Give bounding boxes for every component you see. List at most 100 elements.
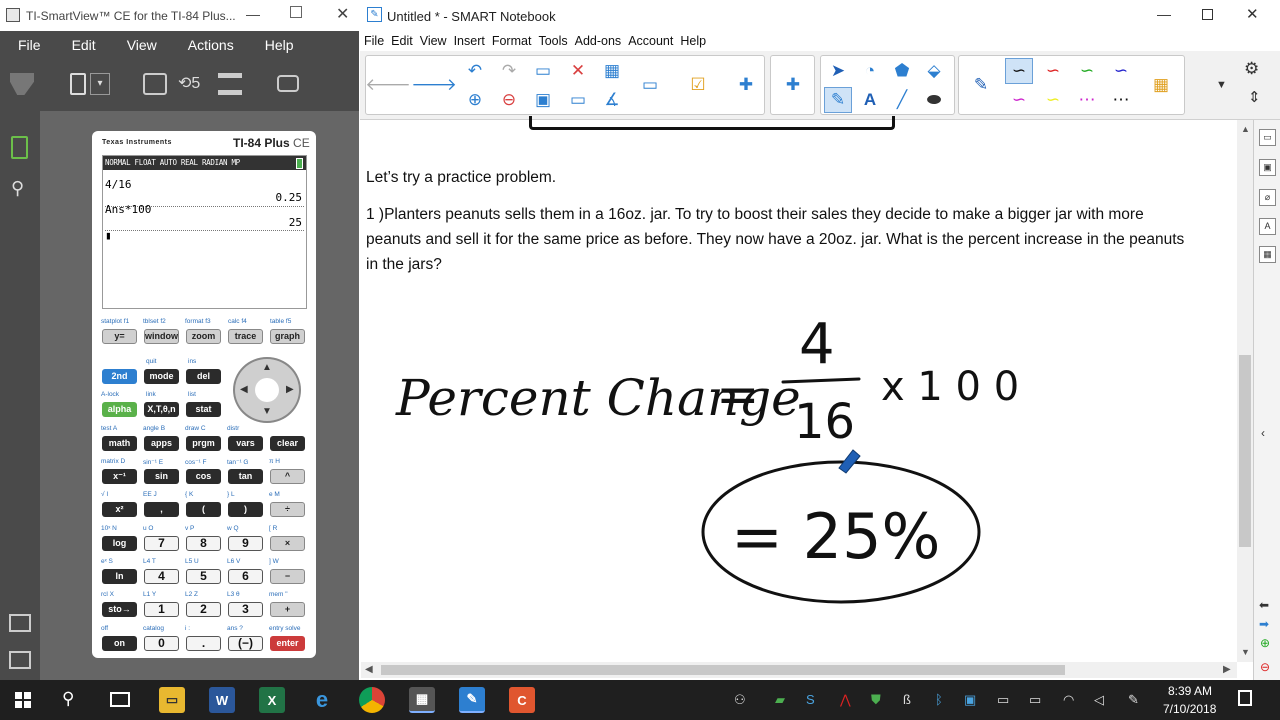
tab-add-icon[interactable]: ⊕ bbox=[1260, 636, 1270, 650]
text-icon[interactable]: A bbox=[856, 87, 884, 113]
edge-icon[interactable]: e bbox=[309, 687, 335, 713]
key-y-equals[interactable]: y= bbox=[102, 329, 137, 344]
calc-key[interactable]: 4 bbox=[144, 569, 179, 584]
calc-key[interactable]: tan bbox=[228, 469, 263, 484]
eraser-icon[interactable]: ⬬ bbox=[920, 87, 948, 113]
scroll-thumb[interactable] bbox=[1239, 355, 1251, 547]
menu-file[interactable]: File bbox=[0, 37, 54, 53]
clock-date[interactable]: 7/10/2018 bbox=[1163, 702, 1216, 716]
pen-green-icon[interactable]: ∽ bbox=[1073, 58, 1101, 84]
arrow-right-icon[interactable]: ▶ bbox=[286, 384, 294, 395]
calculator-icon[interactable] bbox=[70, 73, 86, 95]
camera-icon[interactable] bbox=[277, 75, 299, 92]
pen-blue-icon[interactable]: ∽ bbox=[1107, 58, 1135, 84]
layout-icon[interactable] bbox=[218, 73, 242, 95]
minimize-icon[interactable]: — bbox=[1157, 6, 1171, 22]
calc-key[interactable]: 2 bbox=[186, 602, 221, 617]
dpad[interactable]: ▲ ▼ ◀ ▶ bbox=[233, 357, 301, 423]
tray-app-icon[interactable]: ▣ bbox=[964, 692, 976, 708]
calc-key[interactable]: 6 bbox=[228, 569, 263, 584]
other-app-icon[interactable]: C bbox=[509, 687, 535, 713]
calc-key[interactable]: clear bbox=[270, 436, 305, 451]
volume-icon[interactable]: ◁ bbox=[1094, 692, 1104, 708]
search-icon[interactable]: ⚲ bbox=[11, 178, 24, 199]
calc-key[interactable]: ÷ bbox=[270, 502, 305, 517]
calc-key[interactable]: vars bbox=[228, 436, 263, 451]
calc-key[interactable]: 5 bbox=[186, 569, 221, 584]
paint-bucket-icon[interactable]: ⬙ bbox=[920, 58, 948, 84]
handwriting-layer[interactable]: Percent Change = 4 16 x 1 0 0 = 25% bbox=[361, 120, 1237, 662]
calc-key[interactable]: × bbox=[270, 536, 305, 551]
add-page-icon[interactable]: ⊕ bbox=[461, 87, 489, 113]
measurement-icon[interactable]: ∡ bbox=[598, 87, 626, 113]
menu-edit[interactable]: Edit bbox=[54, 37, 109, 53]
tray-app-icon[interactable]: ⋀ bbox=[840, 692, 851, 708]
pen-yellow-icon[interactable]: ∽ bbox=[1039, 87, 1067, 113]
tab-remove-icon[interactable]: ⊖ bbox=[1260, 660, 1270, 674]
calc-key[interactable]: + bbox=[270, 602, 305, 617]
notebook-page[interactable]: Let’s try a practice problem. 1 )Planter… bbox=[361, 116, 1237, 662]
calc-key[interactable]: x⁻¹ bbox=[102, 469, 137, 484]
calc-key[interactable]: math bbox=[102, 436, 137, 451]
menu-account[interactable]: Account bbox=[624, 34, 676, 48]
calc-key[interactable]: . bbox=[186, 636, 221, 651]
key-mode[interactable]: mode bbox=[144, 369, 179, 384]
emulator-icon[interactable] bbox=[143, 73, 167, 95]
gallery-icon[interactable]: ▣ bbox=[1259, 159, 1276, 176]
pen-red-icon[interactable]: ∽ bbox=[1039, 58, 1067, 84]
calc-key[interactable]: apps bbox=[144, 436, 179, 451]
page-sorter-icon[interactable]: ▭ bbox=[1259, 129, 1276, 146]
menu-help[interactable]: Help bbox=[676, 34, 709, 48]
maximize-icon[interactable] bbox=[290, 6, 302, 18]
menu-insert[interactable]: Insert bbox=[450, 34, 488, 48]
calc-key[interactable]: 3 bbox=[228, 602, 263, 617]
menu-edit[interactable]: Edit bbox=[387, 34, 416, 48]
undo-icon[interactable]: ↶ bbox=[461, 58, 489, 84]
wifi-icon[interactable]: ◠ bbox=[1063, 692, 1074, 708]
file-explorer-icon[interactable]: ▭ bbox=[159, 687, 185, 713]
ti-title-bar[interactable]: TI-SmartView™ CE for the TI-84 Plus... —… bbox=[0, 0, 359, 31]
arrow-left-icon[interactable]: ◀ bbox=[240, 384, 248, 395]
display-icon[interactable]: ▭ bbox=[997, 692, 1009, 708]
menu-file[interactable]: File bbox=[360, 34, 387, 48]
line-icon[interactable]: ╱ bbox=[888, 87, 916, 113]
calc-key[interactable]: ln bbox=[102, 569, 137, 584]
tray-app-icon[interactable]: ß bbox=[903, 692, 911, 707]
pen-tray-icon[interactable]: ✎ bbox=[1128, 692, 1139, 708]
panel-toggle-icon[interactable] bbox=[9, 614, 31, 632]
history-icon[interactable]: ⟲5 bbox=[178, 73, 206, 95]
hscroll-thumb[interactable] bbox=[381, 665, 1065, 675]
calculator-dropdown-icon[interactable]: ▾ bbox=[90, 73, 110, 95]
menu-view[interactable]: View bbox=[416, 34, 450, 48]
pen-black-icon[interactable]: ∽ bbox=[1005, 58, 1033, 84]
key-zoom[interactable]: zoom bbox=[186, 329, 221, 344]
forward-arrow-icon[interactable]: 🡒 bbox=[411, 72, 457, 98]
puzzle-icon[interactable]: ✚ bbox=[779, 72, 807, 98]
calc-key[interactable]: sin bbox=[144, 469, 179, 484]
people-icon[interactable]: ⚇ bbox=[734, 692, 746, 708]
menu-addons[interactable]: Add-ons bbox=[571, 34, 625, 48]
maximize-icon[interactable] bbox=[1202, 9, 1213, 20]
tray-shield-icon[interactable]: ⛊ bbox=[871, 692, 881, 708]
scroll-left-icon[interactable]: ◀ bbox=[365, 664, 373, 675]
smart-notebook-taskbar-icon[interactable]: ✎ bbox=[459, 687, 485, 713]
fill-icon[interactable]: ⬟ bbox=[888, 58, 916, 84]
arrow-down-icon[interactable]: ▼ bbox=[262, 406, 272, 417]
calc-key[interactable]: 9 bbox=[228, 536, 263, 551]
open-icon[interactable]: ▭ bbox=[529, 58, 557, 84]
calc-key[interactable]: prgm bbox=[186, 436, 221, 451]
key-2nd[interactable]: 2nd bbox=[102, 369, 137, 384]
delete-icon[interactable]: ✕ bbox=[564, 58, 592, 84]
vertical-scrollbar[interactable]: ▲ ▼ bbox=[1237, 120, 1253, 662]
tray-app-icon[interactable]: ▰ bbox=[775, 692, 785, 708]
pen-magenta-icon[interactable]: ∽ bbox=[1005, 87, 1033, 113]
close-icon[interactable]: ✕ bbox=[336, 4, 349, 24]
shapes-icon[interactable]: ◔ bbox=[856, 58, 884, 84]
redo-icon[interactable]: ↷ bbox=[495, 58, 523, 84]
key-alpha[interactable]: alpha bbox=[102, 402, 137, 417]
calc-key[interactable]: cos bbox=[186, 469, 221, 484]
collapse-tabs-icon[interactable]: ‹ bbox=[1261, 426, 1265, 440]
keypad-toggle-icon[interactable] bbox=[9, 651, 31, 669]
color-palette-icon[interactable]: ▦ bbox=[1147, 72, 1175, 98]
key-del[interactable]: del bbox=[186, 369, 221, 384]
